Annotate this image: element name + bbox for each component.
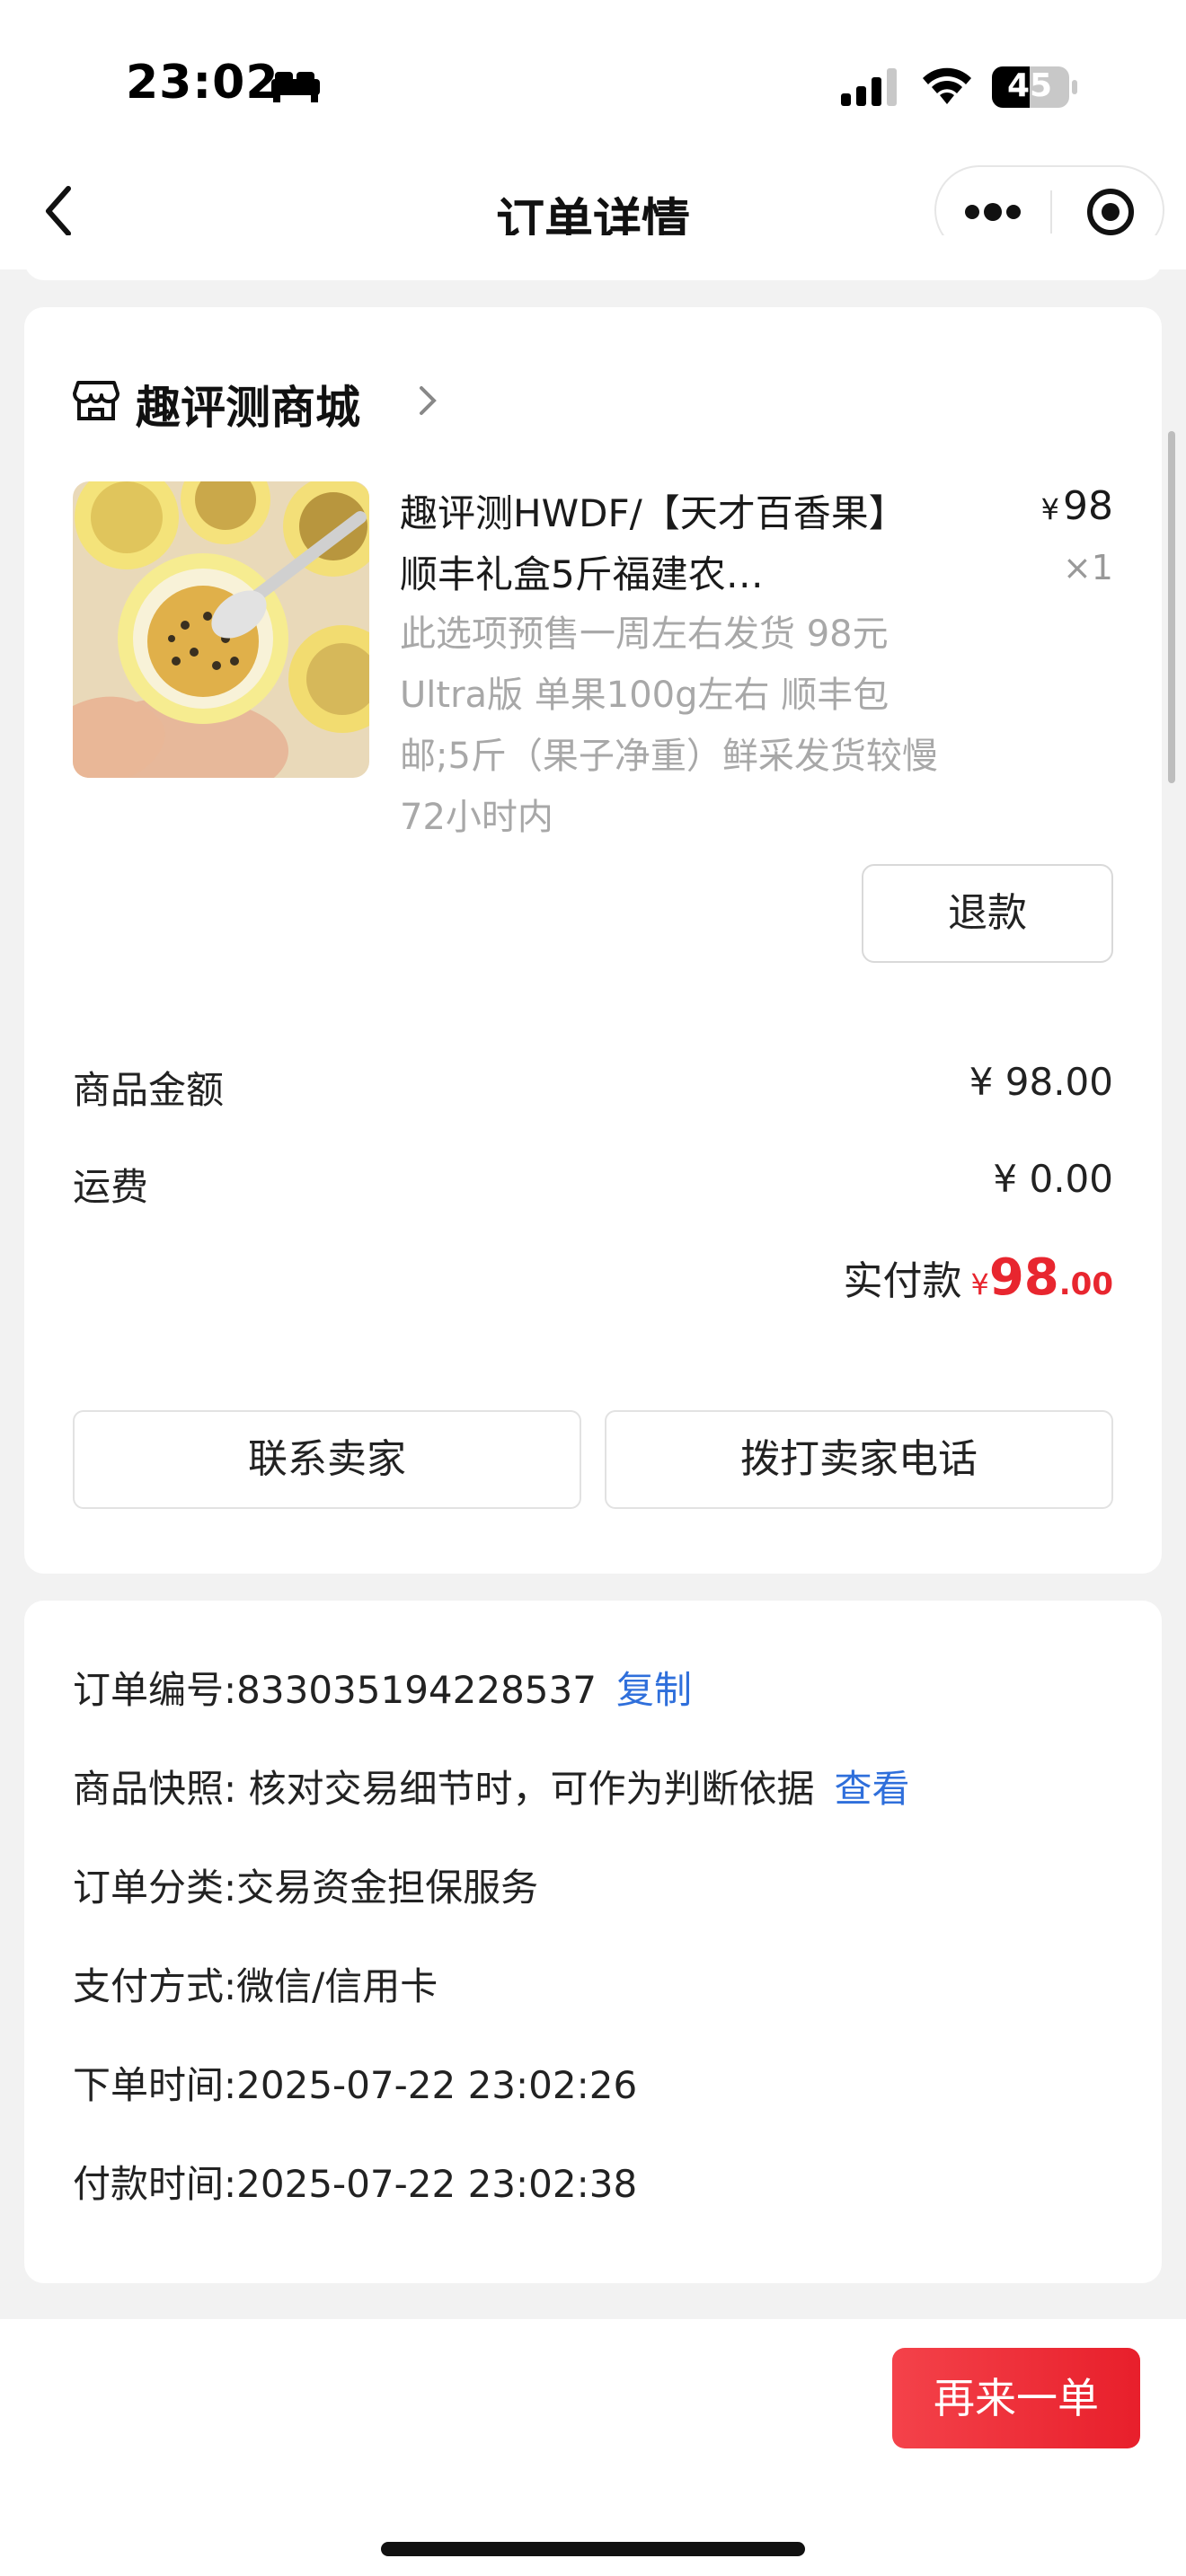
previous-card-edge xyxy=(24,235,1162,280)
battery-level: 45 xyxy=(1006,67,1053,104)
product-price: ¥98 xyxy=(1041,483,1113,529)
goods-amount-label: 商品金额 xyxy=(73,1068,225,1112)
home-indicator[interactable] xyxy=(381,2542,805,2556)
status-bar: 23:02 45 xyxy=(0,0,1186,153)
shipping-row: 运费 ¥ 0.00 xyxy=(73,1157,1113,1211)
order-category: 订单分类:交易资金担保服务 xyxy=(73,1866,539,1910)
paid-integer: 98 xyxy=(988,1248,1059,1307)
view-snapshot-link[interactable]: 查看 xyxy=(835,1767,910,1811)
bottom-action-bar: 再来一单 xyxy=(0,2319,1186,2576)
store-icon xyxy=(73,381,119,420)
goods-amount-row: 商品金额 ¥ 98.00 xyxy=(73,1060,1113,1114)
scrollbar[interactable] xyxy=(1168,431,1175,783)
more-options-icon[interactable] xyxy=(963,199,1022,225)
order-info-card: 订单编号:833035194228537 复制 商品快照: 核对交易细节时，可作为… xyxy=(24,1601,1162,2283)
product-image[interactable] xyxy=(73,481,369,778)
status-time: 23:02 xyxy=(126,56,279,110)
call-seller-button[interactable]: 拨打卖家电话 xyxy=(605,1410,1113,1509)
reorder-button[interactable]: 再来一单 xyxy=(892,2348,1140,2448)
chevron-right-icon xyxy=(420,386,437,415)
snapshot-text: 商品快照: 核对交易细节时，可作为判断依据 xyxy=(73,1767,815,1811)
product-quantity: ×1 xyxy=(1062,548,1113,587)
currency-symbol: ¥ xyxy=(1040,492,1059,526)
goods-amount-value: ¥ 98.00 xyxy=(969,1060,1113,1104)
snapshot-row: 商品快照: 核对交易细节时，可作为判断依据 查看 xyxy=(73,1759,910,1813)
cellular-signal-icon xyxy=(841,68,897,106)
wifi-icon xyxy=(923,67,971,104)
paid-label: 实付款 xyxy=(843,1258,962,1304)
product-price-value: 98 xyxy=(1063,483,1113,529)
order-card: 趣评测商城 趣评测HWDF/【天才百香果】顺丰礼盒5斤福建农… ¥98 ×1 此… xyxy=(24,307,1162,1574)
order-number: 订单编号:833035194228537 xyxy=(73,1668,597,1712)
shipping-value: ¥ 0.00 xyxy=(993,1157,1113,1201)
close-miniprogram-icon[interactable] xyxy=(1085,187,1136,237)
payment-method: 支付方式:微信/信用卡 xyxy=(73,1964,438,2008)
order-number-row: 订单编号:833035194228537 复制 xyxy=(73,1660,692,1715)
product-title[interactable]: 趣评测HWDF/【天才百香果】顺丰礼盒5斤福建农… xyxy=(400,483,921,605)
paid-currency: ¥ xyxy=(970,1267,989,1301)
product-spec: 此选项预售一周左右发货 98元 Ultra版 单果100g左右 顺丰包邮;5斤（… xyxy=(400,613,938,838)
payment-time: 付款时间:2025-07-22 23:02:38 xyxy=(73,2162,638,2206)
shipping-label: 运费 xyxy=(73,1165,149,1209)
copy-link[interactable]: 复制 xyxy=(616,1668,692,1712)
refund-button[interactable]: 退款 xyxy=(862,864,1113,963)
order-time: 下单时间:2025-07-22 23:02:26 xyxy=(73,2063,638,2107)
contact-seller-button[interactable]: 联系卖家 xyxy=(73,1410,581,1509)
shop-name: 趣评测商城 xyxy=(136,382,360,434)
capsule-divider xyxy=(1050,190,1052,234)
paid-amount-row: 实付款 ¥98.00 xyxy=(843,1248,1113,1320)
paid-decimal: .00 xyxy=(1058,1266,1113,1302)
sleep-focus-icon xyxy=(271,72,320,102)
